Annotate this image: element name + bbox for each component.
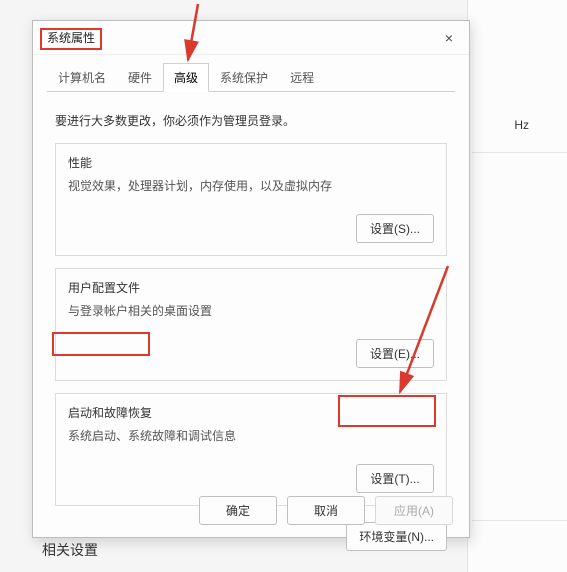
dialog-titlebar: 系统属性 × [33,21,469,55]
group-startup-recovery-desc: 系统启动、系统故障和调试信息 [68,427,434,444]
group-user-profiles-desc: 与登录帐户相关的桌面设置 [68,302,434,319]
user-profiles-settings-button[interactable]: 设置(E)... [356,339,434,368]
dialog-title: 系统属性 [47,29,95,46]
system-properties-dialog: 系统属性 × 计算机名 硬件 高级 系统保护 远程 要进行大多数更改，你必须作为… [32,20,470,538]
tab-system-protection[interactable]: 系统保护 [209,63,279,92]
tab-strip: 计算机名 硬件 高级 系统保护 远程 [33,55,469,92]
tab-content: 要进行大多数更改，你必须作为管理员登录。 性能 视觉效果，处理器计划，内存使用，… [33,92,469,561]
dialog-footer: 确定 取消 应用(A) [199,496,453,525]
group-startup-recovery-title: 启动和故障恢复 [68,404,434,421]
background-divider [472,152,567,153]
close-icon[interactable]: × [439,28,459,48]
group-user-profiles-title: 用户配置文件 [68,279,434,296]
background-panel [467,0,567,572]
group-performance-desc: 视觉效果，处理器计划，内存使用，以及虚拟内存 [68,177,434,194]
tab-remote[interactable]: 远程 [279,63,325,92]
admin-required-text: 要进行大多数更改，你必须作为管理员登录。 [55,112,447,129]
group-user-profiles: 用户配置文件 与登录帐户相关的桌面设置 设置(E)... [55,268,447,381]
ok-button[interactable]: 确定 [199,496,277,525]
tab-computer-name[interactable]: 计算机名 [47,63,117,92]
environment-variables-button[interactable]: 环境变量(N)... [346,522,447,551]
tab-hardware[interactable]: 硬件 [117,63,163,92]
cancel-button[interactable]: 取消 [287,496,365,525]
background-hz-label: Hz [514,118,529,132]
background-divider [472,520,567,521]
group-startup-recovery: 启动和故障恢复 系统启动、系统故障和调试信息 设置(T)... [55,393,447,506]
group-performance-title: 性能 [68,154,434,171]
tab-advanced[interactable]: 高级 [163,63,209,92]
apply-button[interactable]: 应用(A) [375,496,453,525]
group-performance: 性能 视觉效果，处理器计划，内存使用，以及虚拟内存 设置(S)... [55,143,447,256]
performance-settings-button[interactable]: 设置(S)... [356,214,434,243]
startup-recovery-settings-button[interactable]: 设置(T)... [356,464,434,493]
